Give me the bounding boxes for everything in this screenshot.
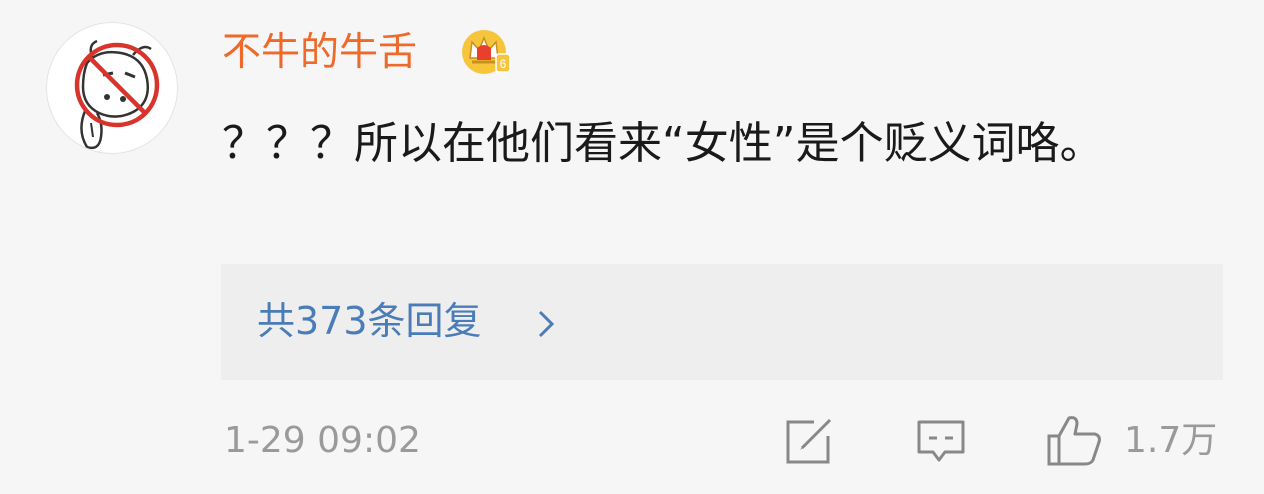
svg-text:6: 6 (500, 57, 507, 71)
chevron-right-icon (538, 310, 555, 338)
comment-text: ？？？所以在他们看来“女性”是个贬义词咯。 (222, 118, 1104, 169)
username[interactable]: 不牛的牛舌 (222, 28, 417, 78)
share-edit-icon[interactable] (784, 418, 834, 466)
replies-panel[interactable]: 共373条回复 (221, 264, 1223, 380)
thumbs-up-icon[interactable] (1045, 414, 1103, 466)
user-avatar[interactable] (46, 22, 178, 154)
like-count: 1.7万 (1124, 420, 1218, 461)
crown-vip-badge-icon[interactable]: 6 (460, 28, 512, 76)
crossed-out-cow-avatar (74, 39, 160, 150)
comment-bubble-icon[interactable] (915, 418, 967, 466)
comment-timestamp: 1-29 09:02 (224, 420, 421, 461)
view-replies-link[interactable]: 共373条回复 (257, 296, 482, 346)
